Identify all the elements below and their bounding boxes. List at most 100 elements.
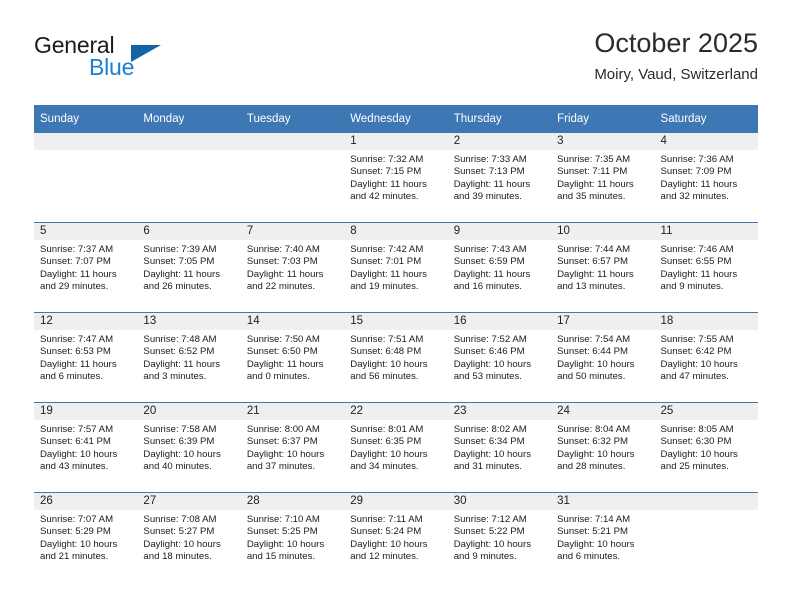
calendar-day-cell[interactable]: 15 Sunrise: 7:51 AM Sunset: 6:48 PM Dayligh… xyxy=(344,312,448,403)
calendar-day-cell[interactable]: 17 Sunrise: 7:54 AM Sunset: 6:44 PM Dayligh… xyxy=(551,312,655,403)
logo-text-blue: Blue xyxy=(89,54,135,80)
calendar-day-cell[interactable]: 3 Sunrise: 7:35 AM Sunset: 7:11 PM Daylight… xyxy=(551,133,655,223)
calendar-day-cell[interactable]: 16 Sunrise: 7:52 AM Sunset: 6:46 PM Dayligh… xyxy=(447,312,552,403)
calendar-day-cell[interactable]: 24 Sunrise: 8:04 AM Sunset: 6:32 PM Dayligh… xyxy=(551,402,655,493)
day-number: 13 xyxy=(137,313,241,330)
day-number: 18 xyxy=(654,313,758,330)
sunset-time: Sunset: 7:01 PM xyxy=(350,256,422,268)
day-number: 21 xyxy=(240,403,345,420)
daylight-duration-line1: Daylight: 11 hours xyxy=(143,268,221,280)
calendar-day-cell[interactable]: 7 Sunrise: 7:40 AM Sunset: 7:03 PM Daylight… xyxy=(240,222,345,313)
day-number: 9 xyxy=(447,223,552,240)
sunset-time: Sunset: 6:50 PM xyxy=(246,346,318,358)
calendar-day-cell[interactable]: 5 Sunrise: 7:37 AM Sunset: 7:07 PM Daylight… xyxy=(34,222,138,313)
calendar-day-cell[interactable]: 10 Sunrise: 7:44 AM Sunset: 6:57 PM Dayligh… xyxy=(551,222,655,313)
day-number: 17 xyxy=(551,313,655,330)
daylight-duration-line1: Daylight: 11 hours xyxy=(453,178,531,190)
sunrise-time: Sunrise: 8:04 AM xyxy=(557,424,631,435)
daylight-duration-line2: and 53 minutes. xyxy=(453,371,522,383)
calendar-day-cell[interactable]: 12 Sunrise: 7:47 AM Sunset: 6:53 PM Dayligh… xyxy=(34,312,138,403)
calendar-page: General Blue October 2025 Moiry, Vaud, S… xyxy=(0,0,792,612)
day-number: 19 xyxy=(34,403,138,420)
sunset-time: Sunset: 6:30 PM xyxy=(660,436,732,448)
calendar-day-cell[interactable]: 29 Sunrise: 7:11 AM Sunset: 5:24 PM Dayligh… xyxy=(344,492,448,582)
sunrise-time: Sunrise: 8:05 AM xyxy=(660,424,734,435)
day-number xyxy=(240,133,345,150)
daylight-duration-line2: and 43 minutes. xyxy=(40,461,109,473)
day-number: 29 xyxy=(344,493,448,510)
sunrise-time: Sunrise: 7:07 AM xyxy=(40,514,114,525)
sunset-time: Sunset: 7:15 PM xyxy=(350,166,422,178)
sunrise-time: Sunrise: 7:47 AM xyxy=(40,334,114,345)
day-number: 23 xyxy=(447,403,552,420)
sunrise-time: Sunrise: 7:14 AM xyxy=(557,514,631,525)
logo-triangle-icon xyxy=(131,45,161,62)
title-block: October 2025 Moiry, Vaud, Switzerland xyxy=(594,26,758,86)
sunset-time: Sunset: 6:52 PM xyxy=(143,346,215,358)
calendar-day-cell[interactable]: 28 Sunrise: 7:10 AM Sunset: 5:25 PM Dayligh… xyxy=(240,492,345,582)
sunset-time: Sunset: 7:05 PM xyxy=(143,256,215,268)
sunset-time: Sunset: 7:09 PM xyxy=(660,166,732,178)
calendar-day-cell[interactable]: 19 Sunrise: 7:57 AM Sunset: 6:41 PM Dayligh… xyxy=(34,402,138,493)
calendar-day-cell[interactable]: 6 Sunrise: 7:39 AM Sunset: 7:05 PM Daylight… xyxy=(137,222,241,313)
calendar-day-cell[interactable]: 8 Sunrise: 7:42 AM Sunset: 7:01 PM Daylight… xyxy=(344,222,448,313)
calendar-day-cell[interactable]: 4 Sunrise: 7:36 AM Sunset: 7:09 PM Daylight… xyxy=(654,133,758,223)
sunrise-time: Sunrise: 8:02 AM xyxy=(453,424,527,435)
calendar-day-cell[interactable]: 11 Sunrise: 7:46 AM Sunset: 6:55 PM Dayligh… xyxy=(654,222,758,313)
day-number: 28 xyxy=(240,493,345,510)
page-subtitle: Moiry, Vaud, Switzerland xyxy=(594,66,758,83)
calendar-day-cell[interactable]: 26 Sunrise: 7:07 AM Sunset: 5:29 PM Dayligh… xyxy=(34,492,138,582)
calendar-head: Sunday Monday Tuesday Wednesday Thursday… xyxy=(34,105,758,133)
calendar-day-cell[interactable]: 2 Sunrise: 7:33 AM Sunset: 7:13 PM Daylight… xyxy=(447,133,552,223)
calendar-week-row: 12 Sunrise: 7:47 AM Sunset: 6:53 PM Dayligh… xyxy=(34,312,758,403)
daylight-duration-line2: and 9 minutes. xyxy=(453,551,517,563)
daylight-duration-line1: Daylight: 10 hours xyxy=(557,538,635,550)
sunset-time: Sunset: 5:24 PM xyxy=(350,526,422,538)
day-number: 3 xyxy=(551,133,655,150)
daylight-duration-line1: Daylight: 10 hours xyxy=(350,448,428,460)
day-number: 4 xyxy=(654,133,758,150)
calendar-body: 1 Sunrise: 7:32 AM Sunset: 7:15 PM Daylight… xyxy=(34,133,758,582)
sunset-time: Sunset: 6:53 PM xyxy=(40,346,111,358)
calendar-day-cell-empty xyxy=(240,133,345,223)
calendar-day-cell[interactable]: 9 Sunrise: 7:43 AM Sunset: 6:59 PM Daylight… xyxy=(447,222,552,313)
calendar-day-cell[interactable]: 27 Sunrise: 7:08 AM Sunset: 5:27 PM Dayligh… xyxy=(137,492,241,582)
calendar-day-cell[interactable]: 30 Sunrise: 7:12 AM Sunset: 5:22 PM Dayligh… xyxy=(447,492,552,582)
calendar-day-cell[interactable]: 1 Sunrise: 7:32 AM Sunset: 7:15 PM Daylight… xyxy=(344,133,448,223)
calendar-day-cell[interactable]: 18 Sunrise: 7:55 AM Sunset: 6:42 PM Dayligh… xyxy=(654,312,758,403)
calendar-day-cell[interactable]: 21 Sunrise: 8:00 AM Sunset: 6:37 PM Dayligh… xyxy=(240,402,345,493)
calendar-day-cell[interactable]: 31 Sunrise: 7:14 AM Sunset: 5:21 PM Dayligh… xyxy=(551,492,655,582)
sunrise-sunset-calendar: Sunday Monday Tuesday Wednesday Thursday… xyxy=(34,105,758,582)
day-number: 30 xyxy=(447,493,552,510)
daylight-duration-line1: Daylight: 11 hours xyxy=(246,268,324,280)
daylight-duration-line1: Daylight: 11 hours xyxy=(350,268,427,280)
day-number xyxy=(654,493,758,510)
daylight-duration-line1: Daylight: 10 hours xyxy=(557,448,635,460)
day-details: Sunrise: 7:54 AM Sunset: 6:44 PM Daylight:… xyxy=(551,330,654,384)
calendar-day-cell[interactable]: 25 Sunrise: 8:05 AM Sunset: 6:30 PM Dayligh… xyxy=(654,402,758,493)
day-details: Sunrise: 7:32 AM Sunset: 7:15 PM Daylight:… xyxy=(344,150,447,204)
sunrise-time: Sunrise: 7:35 AM xyxy=(557,154,631,165)
calendar-day-cell[interactable]: 13 Sunrise: 7:48 AM Sunset: 6:52 PM Dayligh… xyxy=(137,312,241,403)
daylight-duration-line1: Daylight: 10 hours xyxy=(350,538,428,550)
day-number: 8 xyxy=(344,223,448,240)
day-details: Sunrise: 7:48 AM Sunset: 6:52 PM Daylight:… xyxy=(137,330,240,384)
calendar-day-cell[interactable]: 22 Sunrise: 8:01 AM Sunset: 6:35 PM Dayligh… xyxy=(344,402,448,493)
day-number: 1 xyxy=(344,133,448,150)
day-details: Sunrise: 7:35 AM Sunset: 7:11 PM Daylight:… xyxy=(551,150,654,204)
calendar-day-cell[interactable]: 14 Sunrise: 7:50 AM Sunset: 6:50 PM Dayligh… xyxy=(240,312,345,403)
calendar-day-cell[interactable]: 20 Sunrise: 7:58 AM Sunset: 6:39 PM Dayligh… xyxy=(137,402,241,493)
daylight-duration-line2: and 47 minutes. xyxy=(660,371,729,383)
sunrise-time: Sunrise: 7:12 AM xyxy=(453,514,527,525)
daylight-duration-line1: Daylight: 11 hours xyxy=(350,178,427,190)
daylight-duration-line2: and 31 minutes. xyxy=(453,461,522,473)
daylight-duration-line1: Daylight: 11 hours xyxy=(246,358,324,370)
day-number: 2 xyxy=(447,133,552,150)
daylight-duration-line1: Daylight: 10 hours xyxy=(350,358,428,370)
calendar-day-cell[interactable]: 23 Sunrise: 8:02 AM Sunset: 6:34 PM Dayligh… xyxy=(447,402,552,493)
weekday-header-tuesday: Tuesday xyxy=(240,105,345,133)
sunset-time: Sunset: 5:29 PM xyxy=(40,526,111,538)
sunrise-time: Sunrise: 7:36 AM xyxy=(660,154,734,165)
day-details: Sunrise: 7:46 AM Sunset: 6:55 PM Daylight:… xyxy=(655,240,758,294)
day-details: Sunrise: 7:50 AM Sunset: 6:50 PM Daylight:… xyxy=(241,330,344,384)
